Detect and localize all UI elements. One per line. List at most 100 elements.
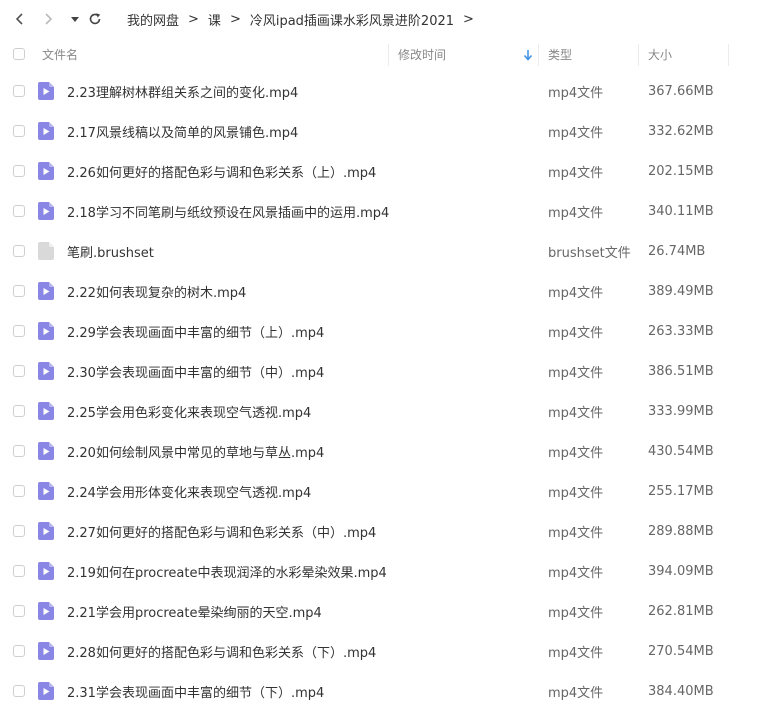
row-checkbox[interactable] (13, 445, 25, 457)
row-checkbox[interactable] (13, 125, 25, 137)
file-list-header: 文件名 修改时间 类型 大小 (0, 38, 770, 71)
file-row[interactable]: 2.31学会表现画面中丰富的细节（下）.mp4 mp4文件 384.40MB (0, 671, 770, 711)
video-file-icon (38, 442, 54, 460)
video-file-icon (38, 122, 54, 140)
sort-down-arrow-icon (523, 49, 533, 61)
row-checkbox[interactable] (13, 245, 25, 257)
file-name[interactable]: 2.30学会表现画面中丰富的细节（中）.mp4 (67, 351, 324, 391)
file-size: 333.99MB (648, 403, 714, 419)
sort-indicator[interactable] (523, 38, 533, 71)
row-checkbox[interactable] (13, 165, 25, 177)
file-row[interactable]: 2.23理解树林群组关系之间的变化.mp4 mp4文件 367.66MB (0, 71, 770, 111)
file-name[interactable]: 2.19如何在procreate中表现润泽的水彩晕染效果.mp4 (67, 551, 387, 591)
file-type: mp4文件 (548, 645, 604, 661)
file-name[interactable]: 2.23理解树林群组关系之间的变化.mp4 (67, 71, 298, 111)
chevron-left-icon (15, 13, 23, 25)
file-type: mp4文件 (548, 565, 604, 581)
row-checkbox[interactable] (13, 285, 25, 297)
file-size: 430.54MB (648, 443, 714, 459)
video-file-icon (38, 322, 54, 340)
file-row[interactable]: 2.25学会用色彩变化来表现空气透视.mp4 mp4文件 333.99MB (0, 391, 770, 431)
history-dropdown-button[interactable] (64, 8, 86, 30)
row-checkbox[interactable] (13, 685, 25, 697)
row-checkbox[interactable] (13, 525, 25, 537)
file-row[interactable]: 2.24学会用形体变化来表现空气透视.mp4 mp4文件 255.17MB (0, 471, 770, 511)
file-row[interactable]: 2.17风景线稿以及简单的风景铺色.mp4 mp4文件 332.62MB (0, 111, 770, 151)
file-type: mp4文件 (548, 445, 604, 461)
file-type: mp4文件 (548, 205, 604, 221)
chevron-right-icon (45, 13, 53, 25)
file-row[interactable]: 2.18学习不同笔刷与纸纹预设在风景插画中的运用.mp4 mp4文件 340.11M… (0, 191, 770, 231)
file-type: brushset文件 (548, 245, 631, 261)
video-file-icon (38, 82, 54, 100)
file-name[interactable]: 2.24学会用形体变化来表现空气透视.mp4 (67, 471, 311, 511)
file-name[interactable]: 2.20如何绘制风景中常见的草地与草丛.mp4 (67, 431, 324, 471)
file-row[interactable]: 2.20如何绘制风景中常见的草地与草丛.mp4 mp4文件 430.54MB (0, 431, 770, 471)
breadcrumb-item-current[interactable]: 冷风ipad插画课水彩风景进阶2021 (250, 10, 454, 29)
file-type: mp4文件 (548, 485, 604, 501)
video-file-icon (38, 602, 54, 620)
row-checkbox[interactable] (13, 405, 25, 417)
file-name[interactable]: 笔刷.brushset (67, 231, 154, 271)
row-checkbox[interactable] (13, 205, 25, 217)
column-header-size[interactable]: 大小 (648, 38, 672, 71)
file-row[interactable]: 2.29学会表现画面中丰富的细节（上）.mp4 mp4文件 263.33MB (0, 311, 770, 351)
select-all-checkbox[interactable] (13, 48, 25, 60)
file-type: mp4文件 (548, 125, 604, 141)
file-name[interactable]: 2.27如何更好的搭配色彩与调和色彩关系（中）.mp4 (67, 511, 376, 551)
file-name[interactable]: 2.22如何表现复杂的树木.mp4 (67, 271, 246, 311)
column-divider[interactable] (538, 44, 539, 66)
file-name[interactable]: 2.28如何更好的搭配色彩与调和色彩关系（下）.mp4 (67, 631, 376, 671)
file-size: 367.66MB (648, 83, 714, 99)
breadcrumb-item-folder[interactable]: 课 (208, 10, 221, 29)
file-row[interactable]: 2.28如何更好的搭配色彩与调和色彩关系（下）.mp4 mp4文件 270.54MB (0, 631, 770, 671)
file-name[interactable]: 2.18学习不同笔刷与纸纹预设在风景插画中的运用.mp4 (67, 191, 389, 231)
row-checkbox[interactable] (13, 565, 25, 577)
file-name[interactable]: 2.25学会用色彩变化来表现空气透视.mp4 (67, 391, 311, 431)
file-type: mp4文件 (548, 365, 604, 381)
refresh-button[interactable] (84, 8, 106, 30)
video-file-icon (38, 482, 54, 500)
file-type: mp4文件 (548, 685, 604, 701)
breadcrumb-separator: > (229, 11, 241, 27)
breadcrumb-item-root[interactable]: 我的网盘 (127, 10, 179, 29)
file-row[interactable]: 2.21学会用procreate晕染绚丽的天空.mp4 mp4文件 262.81MB (0, 591, 770, 631)
back-button[interactable] (9, 8, 31, 30)
file-name[interactable]: 2.21学会用procreate晕染绚丽的天空.mp4 (67, 591, 322, 631)
row-checkbox[interactable] (13, 605, 25, 617)
file-row[interactable]: 2.27如何更好的搭配色彩与调和色彩关系（中）.mp4 mp4文件 289.88MB (0, 511, 770, 551)
column-header-name[interactable]: 文件名 (42, 38, 78, 71)
file-type: mp4文件 (548, 285, 604, 301)
file-size: 255.17MB (648, 483, 714, 499)
video-file-icon (38, 282, 54, 300)
file-row[interactable]: 2.30学会表现画面中丰富的细节（中）.mp4 mp4文件 386.51MB (0, 351, 770, 391)
video-file-icon (38, 682, 54, 700)
row-checkbox[interactable] (13, 325, 25, 337)
file-row[interactable]: 2.22如何表现复杂的树木.mp4 mp4文件 389.49MB (0, 271, 770, 311)
file-name[interactable]: 2.29学会表现画面中丰富的细节（上）.mp4 (67, 311, 324, 351)
column-divider[interactable] (388, 44, 389, 66)
file-name[interactable]: 2.17风景线稿以及简单的风景铺色.mp4 (67, 111, 298, 151)
caret-down-icon (71, 17, 79, 22)
row-checkbox[interactable] (13, 85, 25, 97)
file-size: 263.33MB (648, 323, 714, 339)
forward-button[interactable] (37, 8, 59, 30)
file-type: mp4文件 (548, 405, 604, 421)
row-checkbox[interactable] (13, 365, 25, 377)
file-size: 202.15MB (648, 163, 714, 179)
file-row[interactable]: 2.19如何在procreate中表现润泽的水彩晕染效果.mp4 mp4文件 394… (0, 551, 770, 591)
column-divider[interactable] (638, 44, 639, 66)
column-divider[interactable] (728, 44, 729, 66)
file-type: mp4文件 (548, 85, 604, 101)
column-header-modified[interactable]: 修改时间 (398, 38, 446, 71)
file-type: mp4文件 (548, 525, 604, 541)
column-header-type[interactable]: 类型 (548, 38, 572, 71)
file-name[interactable]: 2.31学会表现画面中丰富的细节（下）.mp4 (67, 671, 324, 711)
file-name[interactable]: 2.26如何更好的搭配色彩与调和色彩关系（上）.mp4 (67, 151, 376, 191)
video-file-icon (38, 562, 54, 580)
row-checkbox[interactable] (13, 485, 25, 497)
file-row[interactable]: 笔刷.brushset brushset文件 26.74MB (0, 231, 770, 271)
file-row[interactable]: 2.26如何更好的搭配色彩与调和色彩关系（上）.mp4 mp4文件 202.15MB (0, 151, 770, 191)
file-size: 289.88MB (648, 523, 714, 539)
row-checkbox[interactable] (13, 645, 25, 657)
